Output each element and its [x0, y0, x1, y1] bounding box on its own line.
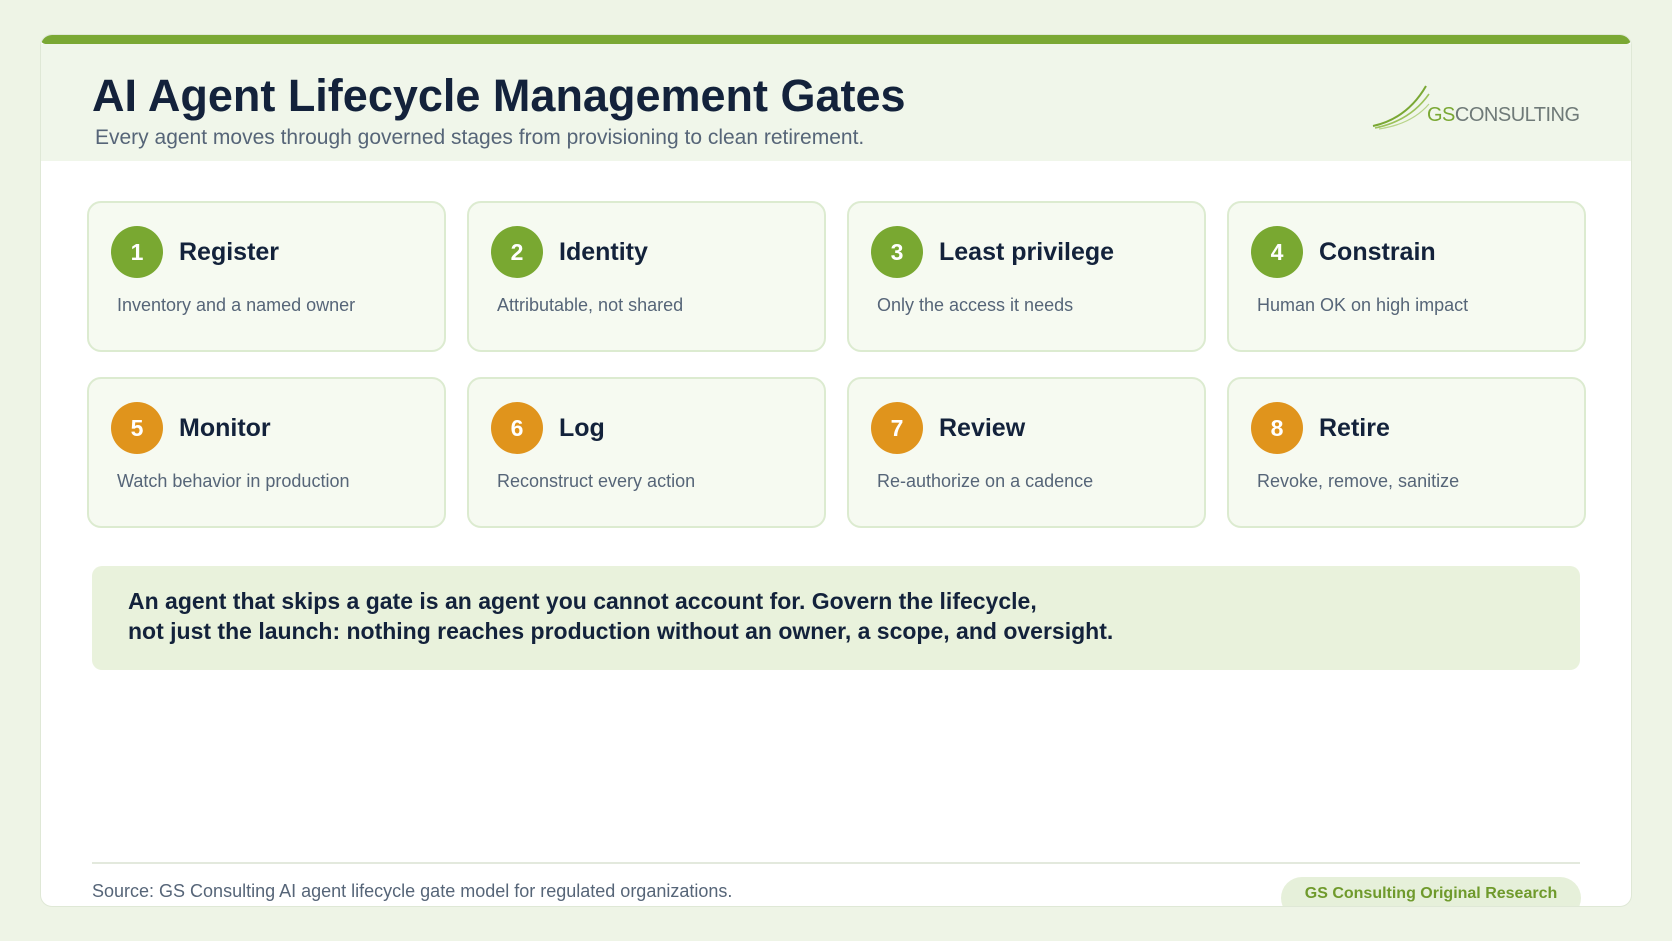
gate-title: Monitor — [179, 414, 271, 442]
gate-title: Register — [179, 238, 280, 266]
gate-number-badge: 1 — [111, 226, 163, 278]
gate-card-register: 1 Register Inventory and a named owner — [87, 201, 446, 352]
gate-title: Constrain — [1319, 238, 1436, 266]
gate-card-constrain: 4 Constrain Human OK on high impact — [1227, 201, 1586, 352]
header: AI Agent Lifecycle Management Gates Ever… — [41, 44, 1631, 161]
gate-title: Identity — [559, 238, 648, 266]
logo-consulting-text: CONSULTING — [1454, 104, 1580, 126]
gate-number-badge: 6 — [491, 402, 543, 454]
gate-description: Human OK on high impact — [1257, 295, 1469, 315]
gate-description: Attributable, not shared — [497, 295, 684, 315]
gate-card-review: 7 Review Re-authorize on a cadence — [847, 377, 1206, 528]
gate-description: Revoke, remove, sanitize — [1257, 471, 1460, 491]
callout-line-1: An agent that skips a gate is an agent y… — [128, 588, 1037, 614]
gs-consulting-logo: GSCONSULTING — [1371, 82, 1581, 132]
callout-line-2: not just the launch: nothing reaches pro… — [128, 618, 1114, 644]
gate-number-badge: 8 — [1251, 402, 1303, 454]
gate-number-badge: 4 — [1251, 226, 1303, 278]
gate-title: Log — [559, 414, 605, 442]
gate-title: Retire — [1319, 414, 1390, 442]
gate-description: Watch behavior in production — [117, 471, 350, 491]
gate-description: Reconstruct every action — [497, 471, 696, 491]
gate-card-log: 6 Log Reconstruct every action — [467, 377, 826, 528]
callout-text: An agent that skips a gate is an agent y… — [128, 586, 1113, 646]
gate-card-monitor: 5 Monitor Watch behavior in production — [87, 377, 446, 528]
page-subtitle: Every agent moves through governed stage… — [95, 126, 865, 149]
key-takeaway-callout: An agent that skips a gate is an agent y… — [92, 566, 1580, 670]
logo-swoosh-icon — [1372, 85, 1430, 130]
gate-description: Inventory and a named owner — [117, 295, 356, 315]
slide: AI Agent Lifecycle Management Gates Ever… — [40, 34, 1632, 907]
gate-description: Re-authorize on a cadence — [877, 471, 1094, 491]
gate-number-badge: 2 — [491, 226, 543, 278]
page-title: AI Agent Lifecycle Management Gates — [92, 70, 906, 121]
footer-divider — [92, 862, 1580, 864]
gate-title: Review — [939, 414, 1026, 442]
gate-card-least-privilege: 3 Least privilege Only the access it nee… — [847, 201, 1206, 352]
gate-card-identity: 2 Identity Attributable, not shared — [467, 201, 826, 352]
logo-wordmark: GSCONSULTING — [1427, 104, 1580, 127]
source-note: Source: GS Consulting AI agent lifecycle… — [92, 881, 733, 901]
original-research-badge: GS Consulting Original Research — [1281, 877, 1581, 906]
top-accent-bar — [41, 35, 1631, 44]
gate-card-retire: 8 Retire Revoke, remove, sanitize — [1227, 377, 1586, 528]
logo-gs-text: GS — [1427, 104, 1455, 126]
gate-number-badge: 5 — [111, 402, 163, 454]
gate-description: Only the access it needs — [877, 295, 1074, 315]
gate-number-badge: 3 — [871, 226, 923, 278]
gate-title: Least privilege — [939, 238, 1115, 266]
gate-number-badge: 7 — [871, 402, 923, 454]
